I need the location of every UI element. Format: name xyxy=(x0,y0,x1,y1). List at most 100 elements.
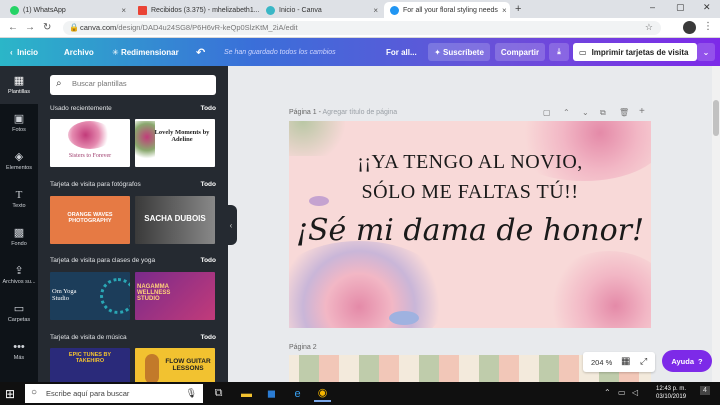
rail-item-text[interactable]: T Texto xyxy=(0,180,38,218)
zoom-level[interactable]: 204 % xyxy=(591,358,612,367)
taskbar-search-placeholder: Escribe aquí para buscar xyxy=(46,389,130,398)
rail-label: Plantillas xyxy=(7,88,30,95)
thumbnail-text: ORANGE WAVES PHOTOGRAPHY xyxy=(67,212,113,224)
notifications-badge[interactable]: 4 xyxy=(700,386,710,395)
star-icon[interactable]: ☆ xyxy=(645,22,653,33)
close-window-icon[interactable]: ✕ xyxy=(703,2,711,13)
rail-item-more[interactable]: ••• Más xyxy=(0,332,38,370)
see-all-link[interactable]: Todo xyxy=(201,105,216,112)
rail-item-elements[interactable]: ◈ Elementos xyxy=(0,142,38,180)
rail-item-uploads[interactable]: ⇪ Archivos su... xyxy=(0,256,38,294)
see-all-link[interactable]: Todo xyxy=(201,334,216,341)
back-icon[interactable]: ← xyxy=(8,22,18,33)
taskbar-search[interactable]: ○ Escribe aquí para buscar 🎙 xyxy=(25,384,203,403)
profile-avatar[interactable] xyxy=(683,21,696,34)
help-button[interactable]: Ayuda ? xyxy=(662,350,712,372)
design-title[interactable]: For all... xyxy=(386,38,417,66)
section-header: Tarjeta de visita de música Todo xyxy=(50,334,216,344)
tab-gmail[interactable]: Recibidos (3.375) - mhelizabeth1... × xyxy=(132,2,260,18)
search-input[interactable] xyxy=(72,79,210,88)
menu-icon[interactable]: ⋮ xyxy=(703,21,713,32)
template-thumbnail[interactable]: Sisters to Forever xyxy=(50,119,130,167)
new-tab-button[interactable]: + xyxy=(515,3,521,15)
template-thumbnail[interactable]: Lovely Moments by Adeline xyxy=(135,119,215,167)
scrollbar-thumb[interactable] xyxy=(713,100,719,136)
url-text: canva.com/design/DAD4u24SG8/P6H6vR-keQp0… xyxy=(80,23,298,32)
share-button[interactable]: Compartir xyxy=(495,43,545,61)
minimize-icon[interactable]: – xyxy=(650,2,655,12)
trash-icon[interactable]: 🗑 xyxy=(619,108,629,117)
download-icon[interactable]: ⤓ xyxy=(549,43,569,61)
close-icon[interactable]: × xyxy=(373,6,378,15)
move-down-icon[interactable]: ⌄ xyxy=(582,108,589,117)
duplicate-icon[interactable]: ⧉ xyxy=(600,108,606,118)
reload-icon[interactable]: ↻ xyxy=(43,22,51,33)
move-up-icon[interactable]: ⌃ xyxy=(563,108,570,117)
thumbnail-text: Om Yoga Studio xyxy=(52,288,77,302)
thumbnail-text: SACHA DUBOIS xyxy=(144,214,206,223)
microphone-icon[interactable]: 🎙 xyxy=(186,388,197,399)
tab-canva-home[interactable]: Inicio - Canva × xyxy=(260,2,384,18)
more-icon: ••• xyxy=(13,340,25,353)
undo-icon[interactable]: ↶ xyxy=(196,38,205,66)
task-view-icon[interactable]: ⧉ xyxy=(210,385,227,402)
chrome-icon[interactable]: ◉ xyxy=(314,385,331,402)
script-headline[interactable]: ¡Sé mi dama de honor! xyxy=(289,213,651,248)
file-menu-button[interactable]: Archivo xyxy=(64,38,94,66)
subscribe-button[interactable]: ✦ Suscríbete xyxy=(428,43,490,61)
windows-start-icon[interactable]: ⊞ xyxy=(5,387,15,401)
headline-line-2[interactable]: SÓLO ME FALTAS TÚ!! xyxy=(289,181,651,204)
petal-graphic xyxy=(389,311,419,325)
thumbnail-text: FLOW GUITAR LESSONS xyxy=(165,358,211,372)
sparkle-icon: ✳ xyxy=(112,47,121,57)
rail-item-background[interactable]: ▩ Fondo xyxy=(0,218,38,256)
template-thumbnail[interactable]: Om Yoga Studio xyxy=(50,272,130,320)
section-header: Tarjeta de visita para fotógrafos Todo xyxy=(50,181,216,191)
template-thumbnail[interactable]: SACHA DUBOIS xyxy=(135,196,215,244)
maximize-icon[interactable]: ▢ xyxy=(676,2,685,13)
page-number: Página 1 xyxy=(289,109,317,116)
rail-item-folders[interactable]: ▭ Carpetas xyxy=(0,294,38,332)
upload-icon: ⇪ xyxy=(14,264,24,277)
chevron-down-icon[interactable]: ⌄ xyxy=(697,43,715,61)
print-icon: ▭ xyxy=(579,47,587,57)
tray-chevron-icon[interactable]: ⌃ xyxy=(604,388,611,397)
home-button[interactable]: ‹ Inicio xyxy=(10,38,38,66)
resize-button[interactable]: ✳ Redimensionar xyxy=(112,38,179,66)
edge-icon[interactable]: e xyxy=(289,385,306,402)
collapse-panel-button[interactable]: ‹ xyxy=(225,205,237,245)
add-page-icon[interactable]: + xyxy=(639,106,645,117)
help-label: Ayuda xyxy=(671,356,695,366)
zoom-control[interactable]: 204 % ▦ ⤢ xyxy=(583,352,655,372)
rail-item-templates[interactable]: ▦ Plantillas xyxy=(0,66,38,104)
page-title-field[interactable]: Agregar título de página xyxy=(322,109,397,116)
volume-icon[interactable]: ◁ xyxy=(632,388,638,397)
file-explorer-icon[interactable]: ▬ xyxy=(238,385,255,402)
forward-icon[interactable]: → xyxy=(25,22,35,33)
tab-whatsapp[interactable]: (1) WhatsApp × xyxy=(4,2,132,18)
template-thumbnail[interactable]: NAGAMMA WELLNESS STUDIO xyxy=(135,272,215,320)
print-cards-button[interactable]: ▭ Imprimir tarjetas de visita xyxy=(573,43,697,61)
tab-floral-design[interactable]: For all your floral styling needs × xyxy=(384,2,510,18)
background-icon: ▩ xyxy=(13,226,25,239)
see-all-link[interactable]: Todo xyxy=(201,181,216,188)
design-page-1[interactable]: ¡¡YA TENGO AL NOVIO, SÓLO ME FALTAS TÚ!!… xyxy=(289,121,651,328)
fullscreen-icon[interactable]: ⤢ xyxy=(640,356,647,367)
network-icon[interactable]: ▭ xyxy=(618,388,626,397)
system-clock[interactable]: 12:43 p. m. 03/10/2019 xyxy=(656,385,686,401)
headline-line-1[interactable]: ¡¡YA TENGO AL NOVIO, xyxy=(289,151,651,174)
crown-icon: ✦ xyxy=(434,47,444,57)
template-search[interactable]: ⌕ xyxy=(50,75,216,95)
see-all-link[interactable]: Todo xyxy=(201,257,216,264)
template-thumbnail[interactable]: ORANGE WAVES PHOTOGRAPHY xyxy=(50,196,130,244)
close-icon[interactable]: × xyxy=(502,6,507,15)
tab-label: For all your floral styling needs xyxy=(403,6,498,14)
rail-label: Elementos xyxy=(6,164,32,171)
clock-date: 03/10/2019 xyxy=(656,394,687,400)
rail-item-photos[interactable]: ▣ Fotos xyxy=(0,104,38,142)
outlook-icon[interactable]: ◼ xyxy=(263,385,280,402)
notes-icon[interactable]: ▢ xyxy=(543,108,551,117)
close-icon[interactable]: × xyxy=(121,6,126,15)
url-field[interactable]: 🔒 canva.com/design/DAD4u24SG8/P6H6vR-keQ… xyxy=(63,21,661,35)
grid-view-icon[interactable]: ▦ xyxy=(621,356,630,367)
